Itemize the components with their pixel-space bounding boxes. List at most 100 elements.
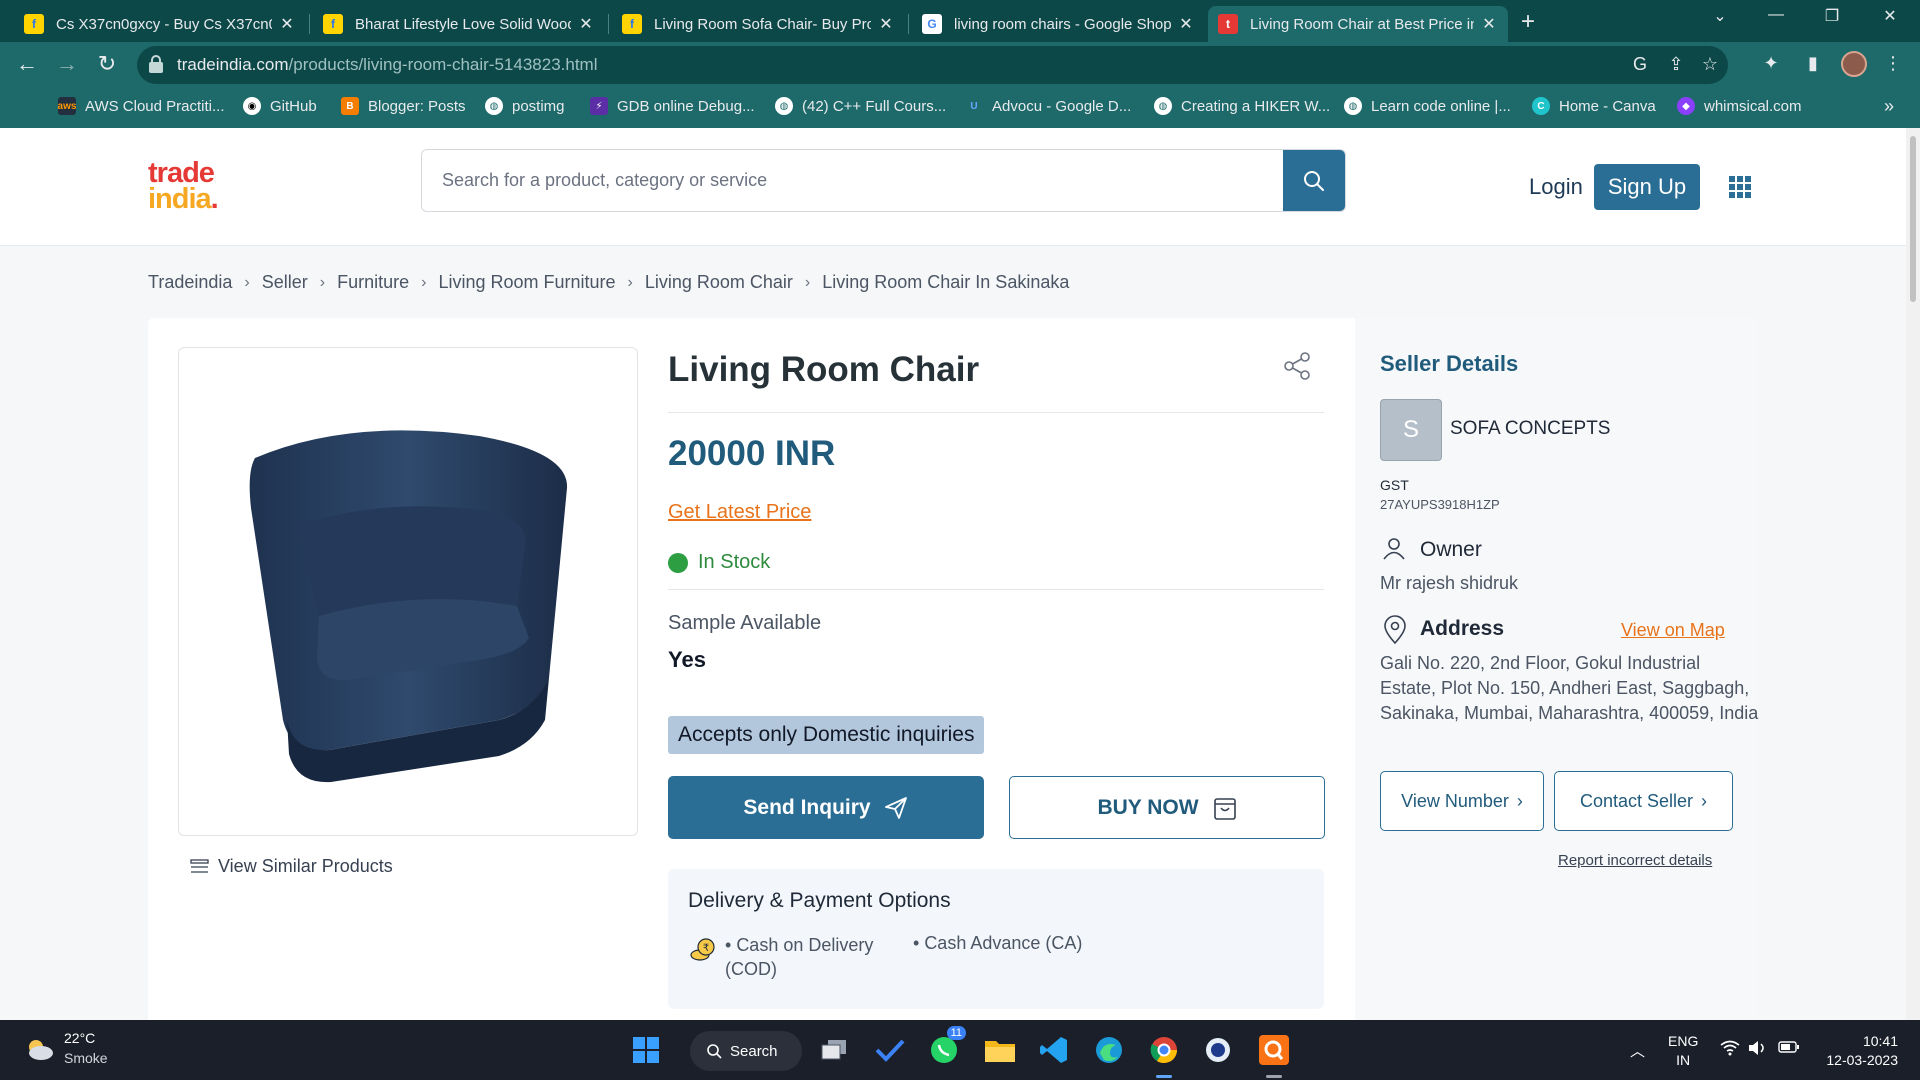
contact-seller-button[interactable]: Contact Seller › (1554, 771, 1733, 831)
list-icon (190, 858, 209, 873)
reload-icon[interactable]: ↻ (92, 51, 122, 77)
delivery-title: Delivery & Payment Options (688, 889, 951, 912)
edge-icon[interactable] (1091, 1032, 1127, 1068)
whimsical-icon: ◆ (1677, 97, 1695, 115)
page-scrollbar[interactable] (1906, 128, 1920, 1020)
product-image-frame[interactable] (178, 347, 638, 836)
bookmark-canva[interactable]: C Home - Canva (1532, 97, 1656, 115)
close-window-button[interactable]: ✕ (1870, 6, 1910, 26)
chrome-menu-icon[interactable]: ⋮ (1880, 53, 1906, 74)
weather-condition[interactable]: Smoke (64, 1050, 108, 1066)
qbittorrent-active-indicator (1266, 1075, 1282, 1078)
wordweb-icon[interactable] (1200, 1032, 1236, 1068)
view-similar-products-link[interactable]: View Similar Products (190, 856, 393, 877)
qbittorrent-icon[interactable] (1256, 1032, 1292, 1068)
volume-icon[interactable] (1748, 1040, 1768, 1060)
tab-search-chevron-icon[interactable]: ⌄ (1700, 6, 1740, 26)
breadcrumb-furniture[interactable]: Furniture (337, 272, 409, 293)
bookmark-postimg[interactable]: ◍ postimg (485, 97, 565, 115)
todo-check-icon[interactable] (872, 1032, 908, 1068)
apps-grid-icon[interactable] (1729, 176, 1751, 198)
show-hidden-icons-chevron-icon[interactable]: ︿ (1630, 1040, 1645, 1061)
url-text[interactable]: tradeindia.com/products/living-room-chai… (177, 55, 598, 75)
breadcrumb-current: Living Room Chair In Sakinaka (822, 272, 1070, 292)
user-icon (1383, 538, 1405, 560)
chrome-icon[interactable] (1146, 1032, 1182, 1068)
minimize-button[interactable]: — (1756, 6, 1796, 24)
language-indicator[interactable]: ENG IN (1668, 1032, 1698, 1070)
tradeindia-logo[interactable]: trade india. (148, 159, 219, 214)
bookmark-github[interactable]: ◉ GitHub (243, 97, 317, 115)
new-tab-button[interactable]: + (1521, 8, 1535, 36)
buy-now-button[interactable]: BUY NOW (1009, 776, 1325, 839)
bookmark-hiker[interactable]: ◍ Creating a HIKER W... (1154, 97, 1330, 115)
bookmark-label: whimsical.com (1704, 97, 1802, 115)
seller-name[interactable]: SOFA CONCEPTS (1450, 418, 1610, 440)
tab-separator (608, 14, 609, 34)
browser-tab-5-active[interactable]: t Living Room Chair at Best Price in ✕ (1208, 6, 1508, 42)
globe-icon: ◍ (1344, 97, 1362, 115)
search-icon (1304, 170, 1324, 191)
scrollbar-thumb[interactable] (1910, 136, 1916, 302)
back-arrow-icon[interactable]: ← (12, 51, 42, 77)
restore-button[interactable]: ❐ (1812, 6, 1852, 26)
domestic-inquiries-badge: Accepts only Domestic inquiries (668, 716, 985, 754)
wifi-icon[interactable] (1720, 1040, 1740, 1060)
signup-button[interactable]: Sign Up (1594, 164, 1700, 210)
browser-tab-4[interactable]: G living room chairs - Google Shop ✕ (912, 6, 1205, 42)
get-latest-price-link[interactable]: Get Latest Price (668, 501, 811, 524)
breadcrumb-seller[interactable]: Seller (262, 272, 308, 293)
close-icon[interactable]: ✕ (577, 14, 595, 34)
task-view-icon[interactable] (816, 1032, 852, 1068)
breadcrumb-tradeindia[interactable]: Tradeindia (148, 272, 232, 293)
close-icon[interactable]: ✕ (1480, 14, 1498, 34)
search-input[interactable] (422, 150, 1284, 211)
browser-tab-1[interactable]: f Cs X37cn0gxcy - Buy Cs X37cn0g ✕ (14, 6, 306, 42)
breadcrumb-living-room-chair[interactable]: Living Room Chair (645, 272, 793, 293)
browser-tab-2[interactable]: f Bharat Lifestyle Love Solid Wood ✕ (313, 6, 605, 42)
divider (668, 412, 1324, 413)
bookmark-advocu[interactable]: U Advocu - Google D... (965, 97, 1131, 115)
weather-cloud-icon[interactable] (24, 1037, 54, 1061)
windows-start-icon[interactable] (628, 1032, 664, 1068)
login-link[interactable]: Login (1529, 174, 1583, 200)
bookmark-learn-code[interactable]: ◍ Learn code online |... (1344, 97, 1511, 115)
profile-avatar[interactable] (1841, 51, 1867, 77)
vscode-icon[interactable] (1036, 1032, 1072, 1068)
whatsapp-icon[interactable]: 11 (926, 1026, 966, 1068)
breadcrumb-living-room-furniture[interactable]: Living Room Furniture (438, 272, 615, 293)
close-icon[interactable]: ✕ (877, 14, 895, 34)
share-icon[interactable] (1283, 351, 1311, 381)
system-clock[interactable]: 10:41 12-03-2023 (1818, 1032, 1898, 1070)
file-explorer-icon[interactable] (982, 1032, 1018, 1068)
location-pin-icon (1384, 615, 1406, 645)
google-lens-icon[interactable]: G (1628, 54, 1652, 75)
bookmark-gdb[interactable]: ⚡ GDB online Debug... (590, 97, 755, 115)
whatsapp-badge: 11 (946, 1026, 966, 1040)
bookmark-blogger[interactable]: B Blogger: Posts (341, 97, 466, 115)
side-panel-icon[interactable]: ▮ (1800, 53, 1826, 74)
close-icon[interactable]: ✕ (1177, 14, 1195, 34)
weather-temperature[interactable]: 22°C (64, 1030, 95, 1046)
globe-icon: ◍ (485, 97, 503, 115)
view-number-button[interactable]: View Number › (1380, 771, 1544, 831)
battery-icon[interactable] (1778, 1040, 1800, 1058)
view-on-map-link[interactable]: View on Map (1621, 620, 1725, 641)
bookmark-cpp-course[interactable]: ◍ (42) C++ Full Cours... (775, 97, 946, 115)
taskbar-search[interactable]: Search (690, 1031, 802, 1071)
close-icon[interactable]: ✕ (278, 14, 296, 34)
share-page-icon[interactable]: ⇪ (1664, 54, 1688, 75)
search-button[interactable] (1283, 150, 1345, 211)
bookmark-whimsical[interactable]: ◆ whimsical.com (1677, 97, 1802, 115)
report-incorrect-details-link[interactable]: Report incorrect details (1558, 852, 1712, 869)
forward-arrow-icon[interactable]: → (52, 51, 82, 77)
send-inquiry-button[interactable]: Send Inquiry (668, 776, 984, 839)
browser-tab-3[interactable]: f Living Room Sofa Chair- Buy Proc ✕ (612, 6, 905, 42)
bookmark-star-icon[interactable]: ☆ (1698, 54, 1722, 75)
google-icon: G (922, 14, 942, 34)
lock-icon[interactable] (149, 55, 163, 73)
more-bookmarks-button[interactable]: » (1884, 96, 1894, 117)
bookmark-aws[interactable]: aws AWS Cloud Practiti... (58, 97, 224, 115)
extensions-puzzle-icon[interactable]: ✦ (1758, 53, 1784, 74)
address-bar[interactable]: tradeindia.com/products/living-room-chai… (137, 46, 1728, 84)
